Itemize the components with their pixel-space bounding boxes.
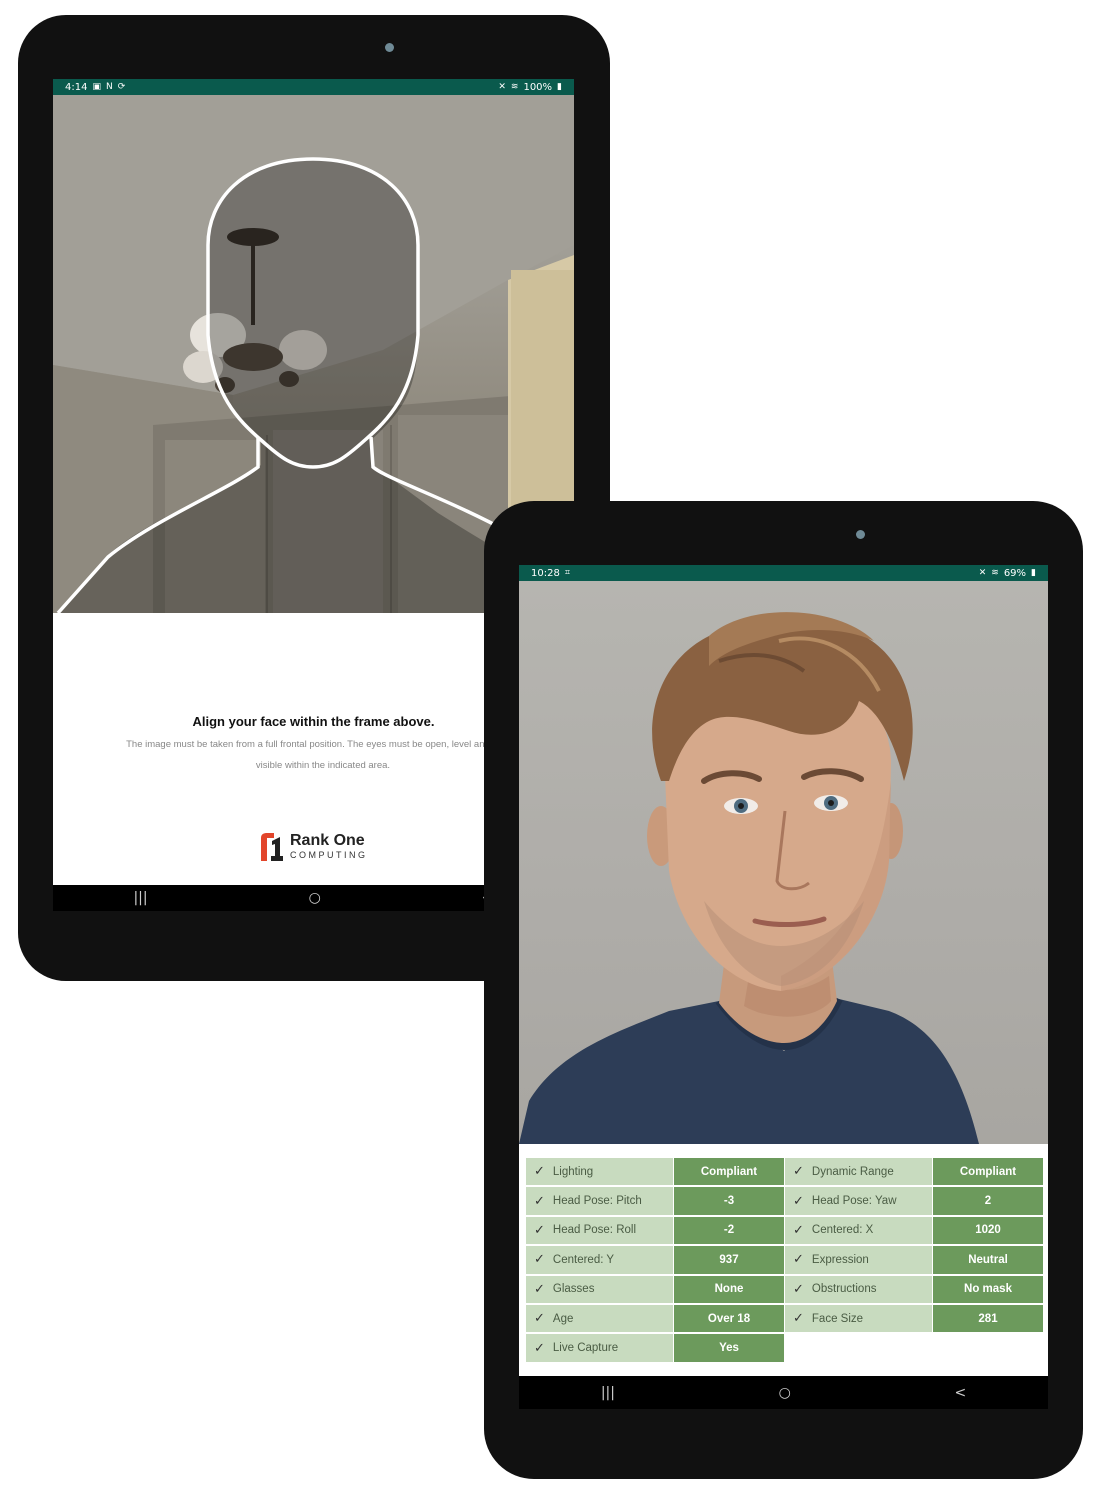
wifi-icon: ≋ <box>991 568 999 578</box>
result-value: 1020 <box>933 1216 1043 1245</box>
check-icon: ✓ <box>534 1340 545 1356</box>
result-label: ✓ Live Capture <box>526 1334 673 1362</box>
result-label-text: Expression <box>811 1253 869 1266</box>
result-label-text: Face Size <box>811 1312 864 1325</box>
status-bar: 4:14 ▣ N ⟳ ✕ ≋ 100% ▮ <box>53 79 574 95</box>
results-screen: 10:28 ⌗ ✕ ≋ 69% ▮ ✓ Lighting Compliant ✓… <box>519 565 1048 1409</box>
result-label-text: Head Pose: Pitch <box>552 1195 642 1208</box>
result-label: ✓ Face Size <box>785 1304 932 1333</box>
tablet-results: 10:28 ⌗ ✕ ≋ 69% ▮ ✓ Lighting Compliant ✓… <box>484 501 1083 1479</box>
result-label: ✓ Head Pose: Yaw <box>785 1187 932 1215</box>
result-value: 281 <box>933 1304 1043 1333</box>
battery-icon: ▮ <box>1031 568 1036 578</box>
result-label: ✓ Head Pose: Pitch <box>526 1187 673 1215</box>
check-icon: ✓ <box>793 1164 804 1180</box>
result-label: ✓ Expression <box>785 1246 932 1274</box>
result-label-text: Glasses <box>552 1283 595 1296</box>
result-value: Compliant <box>674 1158 784 1186</box>
result-label-text: Centered: Y <box>552 1253 615 1266</box>
instruction-body: The image must be taken from a full fron… <box>126 739 520 771</box>
sync-icon: ⟳ <box>117 82 126 92</box>
result-label: ✓ Glasses <box>526 1275 673 1303</box>
result-label: ✓ Age <box>526 1304 673 1333</box>
result-value: Yes <box>674 1334 784 1362</box>
result-label-text: Age <box>552 1312 574 1325</box>
check-icon: ✓ <box>534 1281 545 1297</box>
check-icon: ✓ <box>793 1222 804 1238</box>
rank-one-logo: Rank One COMPUTING <box>258 832 368 862</box>
result-label: ✓ Head Pose: Roll <box>526 1216 673 1245</box>
result-label-text: Dynamic Range <box>811 1165 894 1178</box>
back-button[interactable]: < <box>954 1385 966 1401</box>
battery-percent: 69% <box>1003 567 1027 579</box>
result-value: Compliant <box>933 1158 1043 1186</box>
home-button[interactable]: ○ <box>309 890 321 906</box>
result-label-text: Head Pose: Roll <box>552 1224 637 1237</box>
check-icon: ✓ <box>534 1193 545 1209</box>
compliance-results: ✓ Lighting Compliant ✓ Dynamic Range Complian… <box>519 1144 1048 1376</box>
check-icon: ✓ <box>793 1281 804 1297</box>
battery-icon: ▮ <box>557 82 562 92</box>
status-time: 10:28 <box>531 567 560 579</box>
check-icon: ✓ <box>534 1311 545 1327</box>
result-value: -2 <box>674 1216 784 1245</box>
check-icon: ✓ <box>534 1164 545 1180</box>
result-label: ✓ Lighting <box>526 1158 673 1186</box>
captured-face-photo <box>519 581 1048 1144</box>
result-value: Neutral <box>933 1246 1043 1274</box>
check-icon: ✓ <box>793 1252 804 1268</box>
battery-percent: 100% <box>523 81 553 93</box>
result-label-text: Lighting <box>552 1165 594 1178</box>
wifi-icon: ≋ <box>510 82 519 92</box>
mute-icon: ✕ <box>498 82 506 92</box>
mute-icon: ✕ <box>978 568 987 578</box>
rank-one-logo-mark <box>261 833 283 861</box>
result-value: Over 18 <box>674 1304 784 1333</box>
check-icon: ✓ <box>793 1193 804 1209</box>
result-label-text: Head Pose: Yaw <box>811 1195 897 1208</box>
status-time: 4:14 <box>65 81 88 93</box>
results-grid: ✓ Lighting Compliant ✓ Dynamic Range Complian… <box>526 1158 1043 1362</box>
result-value: 937 <box>674 1246 784 1274</box>
result-value: None <box>674 1275 784 1303</box>
result-value: -3 <box>674 1187 784 1215</box>
recents-button[interactable]: ||| <box>133 890 147 906</box>
result-label: ✓ Centered: X <box>785 1216 932 1245</box>
nfc-icon: N <box>105 82 113 92</box>
result-label-text: Centered: X <box>811 1224 874 1237</box>
check-icon: ✓ <box>534 1222 545 1238</box>
logo-name: Rank One <box>290 832 365 849</box>
status-bar: 10:28 ⌗ ✕ ≋ 69% ▮ <box>519 565 1048 581</box>
result-label-text: Live Capture <box>552 1342 619 1355</box>
portrait-illustration <box>519 612 979 1144</box>
result-value: No mask <box>933 1275 1043 1303</box>
home-button[interactable]: ○ <box>779 1385 791 1401</box>
result-label: ✓ Centered: Y <box>526 1246 673 1274</box>
check-icon: ✓ <box>534 1252 545 1268</box>
gallery-icon: ▣ <box>92 82 101 92</box>
result-value: 2 <box>933 1187 1043 1215</box>
screenshot-icon: ⌗ <box>564 568 570 578</box>
front-camera <box>385 43 394 52</box>
logo-subtitle: COMPUTING <box>290 850 368 860</box>
result-label: ✓ Dynamic Range <box>785 1158 932 1186</box>
result-label-text: Obstructions <box>811 1283 877 1296</box>
nav-bar: ||| ○ < <box>519 1376 1048 1409</box>
front-camera <box>856 530 865 539</box>
check-icon: ✓ <box>793 1311 804 1327</box>
recents-button[interactable]: ||| <box>601 1385 615 1401</box>
result-label: ✓ Obstructions <box>785 1275 932 1303</box>
